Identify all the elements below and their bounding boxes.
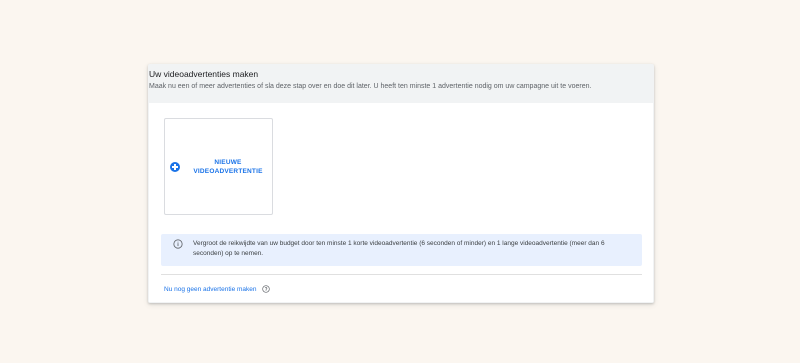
- section-description: Maak nu een of meer advertenties of sla …: [149, 83, 592, 90]
- skip-row: Nu nog geen advertentie maken: [164, 284, 270, 294]
- ads-card: NIEUWE VIDEOADVERTENTIE Vergroot de reik…: [149, 103, 653, 302]
- section-title: Uw videoadvertenties maken: [149, 69, 259, 79]
- info-text: Vergroot de reikwijdte van uw budget doo…: [193, 240, 605, 257]
- add-circle-icon: [170, 162, 180, 172]
- skip-ad-link[interactable]: Nu nog geen advertentie maken: [164, 286, 257, 293]
- create-video-ads-panel: Uw videoadvertenties maken Maak nu een o…: [148, 64, 654, 303]
- new-video-ad-button[interactable]: NIEUWE VIDEOADVERTENTIE: [164, 118, 273, 215]
- new-video-ad-label-line1: NIEUWE: [214, 159, 242, 166]
- info-icon: [173, 239, 183, 249]
- divider: [161, 274, 642, 275]
- info-banner: Vergroot de reikwijdte van uw budget doo…: [161, 234, 642, 266]
- new-video-ad-label: NIEUWE VIDEOADVERTENTIE: [187, 158, 269, 176]
- new-video-ad-label-line2: VIDEOADVERTENTIE: [193, 168, 263, 175]
- help-icon[interactable]: [261, 285, 270, 293]
